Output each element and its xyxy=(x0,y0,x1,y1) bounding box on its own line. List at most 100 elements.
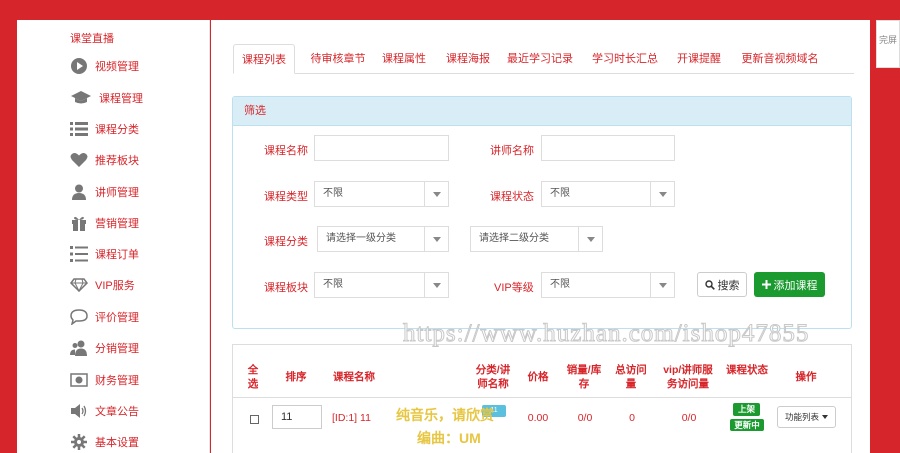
add-course-button[interactable]: 添加课程 xyxy=(754,272,825,297)
sidebar-header: 课堂直播 xyxy=(70,33,114,45)
gift-icon xyxy=(69,214,89,232)
left-edge xyxy=(0,20,17,453)
add-course-label: 添加课程 xyxy=(773,279,818,292)
teacher-name-input[interactable] xyxy=(541,135,675,161)
vip-visits-cell: 0/0 xyxy=(681,412,697,424)
header-category-teacher: 分类/讲师名称 xyxy=(475,364,511,390)
header-operation: 操作 xyxy=(795,371,817,383)
sidebar-item-recommend[interactable]: 推荐板块 xyxy=(69,148,139,172)
top-bar xyxy=(0,0,900,20)
sidebar-item-vip[interactable]: VIP服务 xyxy=(69,273,135,297)
course-status-label: 课程状态 xyxy=(490,191,534,203)
teacher-name-label: 讲师名称 xyxy=(490,145,534,157)
plus-icon xyxy=(761,280,771,289)
main-content: 课程列表 待审核章节 课程属性 课程海报 最近学习记录 学习时长汇总 开课提醒 … xyxy=(211,20,870,453)
vip-level-select[interactable]: 不限 xyxy=(541,272,675,298)
sidebar-item-marketing[interactable]: 营销管理 xyxy=(69,211,139,235)
category-level1-value: 请选择一级分类 xyxy=(326,233,396,244)
chevron-down-icon xyxy=(822,415,828,419)
sidebar-item-label: 课程分类 xyxy=(95,124,139,136)
status-update-badge[interactable]: 更新中 xyxy=(730,419,764,431)
course-name-label: 课程名称 xyxy=(264,145,308,157)
diamond-icon xyxy=(69,276,89,294)
price-cell: 0.00 xyxy=(527,412,549,424)
money-icon xyxy=(69,371,89,389)
chevron-down-icon xyxy=(424,182,448,206)
sidebar-item-video[interactable]: 视频管理 xyxy=(69,54,139,78)
sidebar-item-distribution[interactable]: 分销管理 xyxy=(69,336,139,360)
sidebar-item-label: 基本设置 xyxy=(95,437,139,449)
block-value: 不限 xyxy=(323,279,343,290)
play-circle-icon xyxy=(69,57,89,75)
watermark-line1: 纯音乐，请欣赏 xyxy=(396,407,494,423)
course-name-input[interactable] xyxy=(314,135,449,161)
course-status-select[interactable]: 不限 xyxy=(541,181,675,207)
sidebar-item-label: 课程管理 xyxy=(99,93,143,105)
category-level1-select[interactable]: 请选择一级分类 xyxy=(317,226,449,252)
sidebar: 课堂直播 视频管理 课程管理 课程分类 推荐板块 讲师管理 营销管理 课程订单 … xyxy=(17,20,210,453)
visits-cell: 0 xyxy=(629,412,635,424)
header-price: 价格 xyxy=(527,371,549,383)
sidebar-item-review[interactable]: 评价管理 xyxy=(69,305,139,329)
sidebar-item-label: 财务管理 xyxy=(95,375,139,387)
sidebar-item-category[interactable]: 课程分类 xyxy=(69,117,139,141)
sidebar-item-course[interactable]: 课程管理 xyxy=(69,86,143,110)
header-visits: 总访问量 xyxy=(615,364,647,390)
sidebar-item-label: 讲师管理 xyxy=(95,187,139,199)
users-icon xyxy=(69,339,89,357)
sales-stock-cell: 0/0 xyxy=(577,412,593,424)
comment-icon xyxy=(69,308,89,326)
list-ol-icon xyxy=(69,245,89,263)
vip-level-label: VIP等级 xyxy=(494,282,534,294)
user-icon xyxy=(69,183,89,201)
tab-pending-chapters[interactable]: 待审核章节 xyxy=(303,44,373,74)
heart-icon xyxy=(69,151,89,169)
watermark-url: https://www.huzhan.com/ishop47855 xyxy=(402,320,810,348)
course-type-label: 课程类型 xyxy=(264,191,308,203)
sidebar-item-teacher[interactable]: 讲师管理 xyxy=(69,180,139,204)
tab-course-list[interactable]: 课程列表 xyxy=(233,44,295,74)
graduation-cap-icon xyxy=(69,89,93,107)
sidebar-item-article[interactable]: 文章公告 xyxy=(69,399,139,423)
tab-course-attributes[interactable]: 课程属性 xyxy=(375,44,433,74)
header-select-all[interactable]: 全选 xyxy=(243,363,263,391)
course-table: 全选 排序 课程名称 分类/讲师名称 价格 销量/库存 总访问量 vip/讲师服… xyxy=(232,344,852,453)
sidebar-item-label: 文章公告 xyxy=(95,406,139,418)
chevron-down-icon xyxy=(650,182,674,206)
tab-bar: 课程列表 待审核章节 课程属性 课程海报 最近学习记录 学习时长汇总 开课提醒 … xyxy=(233,44,854,74)
sidebar-item-label: 课程订单 xyxy=(95,249,139,261)
sidebar-item-orders[interactable]: 课程订单 xyxy=(69,242,139,266)
chevron-down-icon xyxy=(578,227,602,251)
row-checkbox[interactable] xyxy=(250,415,259,424)
tab-study-duration[interactable]: 学习时长汇总 xyxy=(589,44,661,74)
course-type-value: 不限 xyxy=(323,188,343,199)
sidebar-item-settings[interactable]: 基本设置 xyxy=(69,430,139,453)
header-divider xyxy=(233,397,851,398)
list-icon xyxy=(69,120,89,138)
sidebar-item-label: 分销管理 xyxy=(95,343,139,355)
category-label: 课程分类 xyxy=(264,236,308,248)
category-level2-select[interactable]: 请选择二级分类 xyxy=(470,226,603,252)
sidebar-item-finance[interactable]: 财务管理 xyxy=(69,368,139,392)
status-on-badge[interactable]: 上架 xyxy=(733,403,760,416)
block-select[interactable]: 不限 xyxy=(314,272,449,298)
watermark-line2: 编曲：UM xyxy=(417,430,481,446)
function-list-dropdown[interactable]: 功能列表 xyxy=(777,406,836,428)
tab-course-reminder[interactable]: 开课提醒 xyxy=(671,44,727,74)
header-sales-stock: 销量/库存 xyxy=(566,364,602,390)
tab-course-poster[interactable]: 课程海报 xyxy=(439,44,497,74)
search-button[interactable]: 搜索 xyxy=(697,272,747,297)
vip-level-value: 不限 xyxy=(550,279,570,290)
tab-recent-study[interactable]: 最近学习记录 xyxy=(505,44,575,74)
tab-update-domain[interactable]: 更新音视频域名 xyxy=(738,44,822,74)
course-name-cell[interactable]: [ID:1] 11 xyxy=(332,412,392,424)
header-status: 课程状态 xyxy=(726,364,768,376)
category-level2-value: 请选择二级分类 xyxy=(479,233,549,244)
course-status-value: 不限 xyxy=(550,188,570,199)
chevron-down-icon xyxy=(424,227,448,251)
fullscreen-button[interactable]: 完屏 xyxy=(876,20,900,68)
chevron-down-icon xyxy=(424,273,448,297)
sort-input[interactable]: 11 xyxy=(272,405,322,429)
course-type-select[interactable]: 不限 xyxy=(314,181,449,207)
function-list-label: 功能列表 xyxy=(784,412,819,422)
